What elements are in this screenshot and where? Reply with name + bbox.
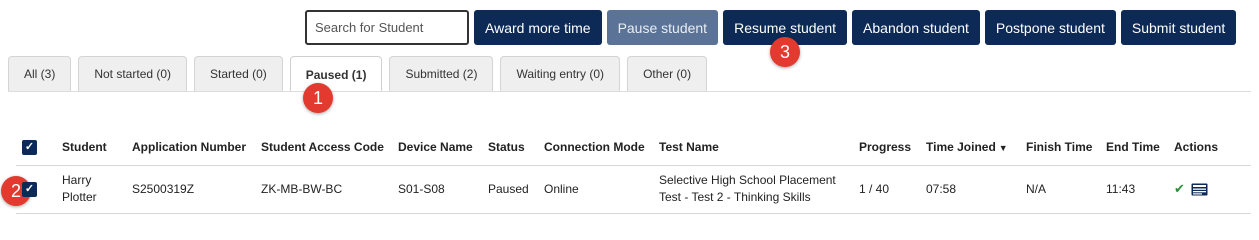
header-device-name: Device Name — [392, 130, 482, 166]
cell-access-code: ZK-MB-BW-BC — [255, 165, 392, 214]
cell-time-joined: 07:58 — [920, 165, 1020, 214]
header-connection-mode: Connection Mode — [538, 130, 653, 166]
cell-end-time: 11:43 — [1100, 165, 1168, 214]
postpone-student-button[interactable]: Postpone student — [984, 10, 1116, 45]
search-input[interactable] — [305, 10, 469, 45]
row-checkbox[interactable]: ✓ — [22, 182, 37, 197]
tab-not-started[interactable]: Not started (0) — [78, 56, 188, 91]
header-time-joined-cell[interactable]: Time Joined ▼ — [920, 130, 1020, 166]
callout-marker-3: 3 — [770, 37, 800, 67]
header-end-time: End Time — [1100, 130, 1168, 166]
cell-progress: 1 / 40 — [853, 165, 920, 214]
tab-all[interactable]: All (3) — [8, 56, 72, 91]
callout-marker-1: 1 — [303, 83, 333, 113]
header-student: Student — [56, 130, 126, 166]
cell-device-name: S01-S08 — [392, 165, 482, 214]
table-row: ✓ Harry Plotter S2500319Z ZK-MB-BW-BC S0… — [16, 165, 1251, 214]
cell-application-number: S2500319Z — [126, 165, 255, 214]
tab-started[interactable]: Started (0) — [194, 56, 283, 91]
header-actions: Actions — [1168, 130, 1251, 166]
header-finish-time: Finish Time — [1020, 130, 1100, 166]
checkmark-icon[interactable]: ✔ — [1174, 181, 1185, 196]
tab-waiting-entry[interactable]: Waiting entry (0) — [500, 56, 621, 91]
cell-status: Paused — [482, 165, 538, 214]
tab-divider — [8, 91, 1251, 92]
cell-connection-mode: Online — [538, 165, 653, 214]
action-toolbar: Award more time Pause student Resume stu… — [305, 10, 1237, 45]
pause-student-button[interactable]: Pause student — [606, 10, 719, 45]
cell-student: Harry Plotter — [56, 165, 126, 214]
cell-test-name: Selective High School Placement Test - T… — [653, 165, 853, 214]
submit-student-button[interactable]: Submit student — [1120, 10, 1237, 45]
cell-actions: ✔ — [1168, 165, 1251, 214]
abandon-student-button[interactable]: Abandon student — [852, 10, 980, 45]
students-table: ✓ Student Application Number Student Acc… — [16, 130, 1251, 214]
header-status: Status — [482, 130, 538, 166]
status-tabs: All (3) Not started (0) Started (0) Paus… — [8, 56, 708, 92]
tab-submitted[interactable]: Submitted (2) — [389, 56, 494, 91]
award-more-time-button[interactable]: Award more time — [474, 10, 602, 45]
select-all-checkbox[interactable]: ✓ — [22, 140, 37, 156]
header-progress: Progress — [853, 130, 920, 166]
header-access-code: Student Access Code — [255, 130, 392, 166]
sort-down-icon: ▼ — [998, 143, 1008, 154]
tab-paused[interactable]: Paused (1) — [289, 56, 383, 92]
cell-finish-time: N/A — [1020, 165, 1100, 214]
details-icon[interactable] — [1191, 183, 1208, 196]
header-time-joined: Time Joined — [926, 140, 996, 155]
table-header-row: ✓ Student Application Number Student Acc… — [16, 130, 1251, 166]
tab-other[interactable]: Other (0) — [627, 56, 708, 91]
header-test-name: Test Name — [653, 130, 853, 166]
row-select-cell: ✓ — [16, 165, 56, 214]
select-all-cell: ✓ — [16, 130, 56, 166]
header-application-number: Application Number — [126, 130, 255, 166]
